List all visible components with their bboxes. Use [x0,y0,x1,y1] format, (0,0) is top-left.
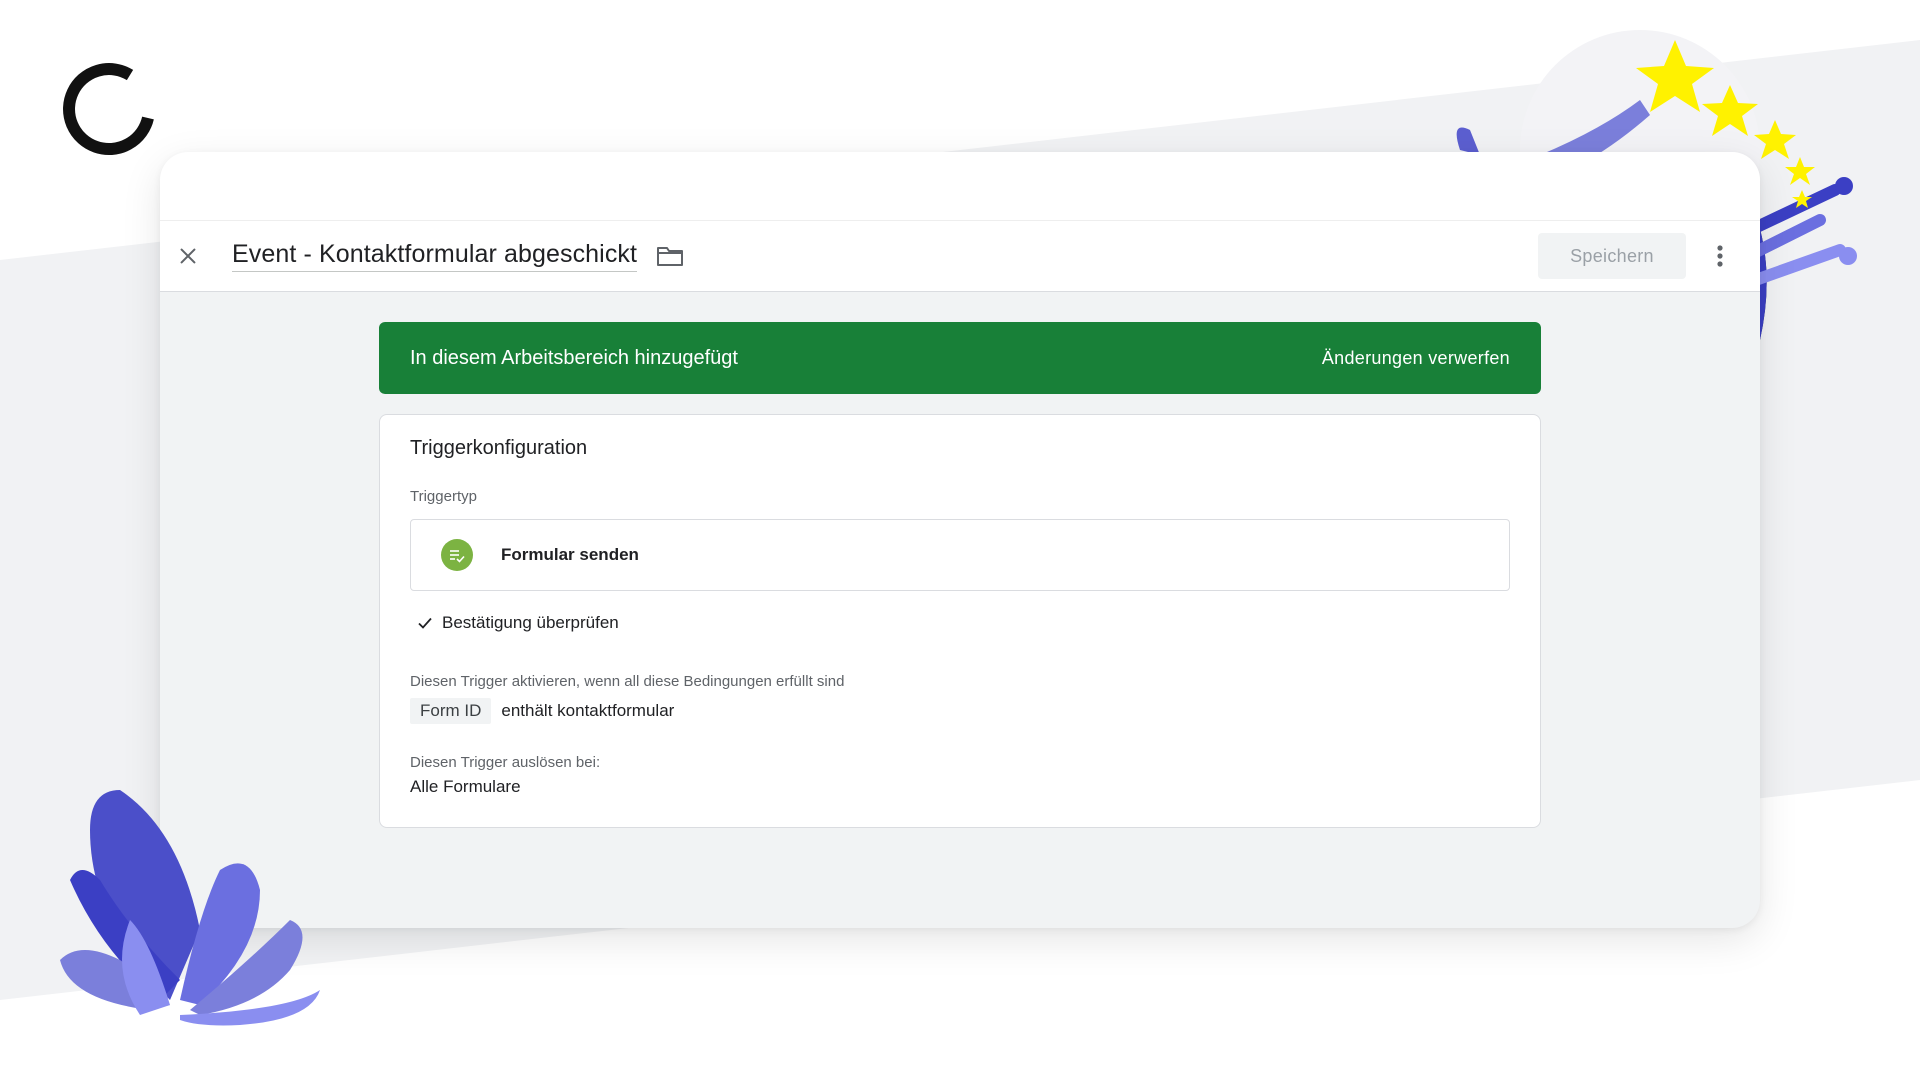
trigger-type-label: Triggertyp [410,488,477,505]
fire-on-value: Alle Formulare [410,777,521,796]
workspace-status-text: In diesem Arbeitsbereich hinzugefügt [410,346,738,369]
trigger-name-input[interactable]: Event - Kontaktformular abgeschickt [232,240,638,272]
condition-operator-value: enthält kontaktformular [501,701,675,720]
check-validation-text: Bestätigung überprüfen [442,613,619,632]
fire-on-label: Diesen Trigger auslösen bei: [410,754,601,771]
dialog-top-strip [160,152,1760,221]
save-button[interactable]: Speichern [1538,233,1686,279]
close-icon [180,248,196,264]
condition-row: Form ID enthält kontaktformular [410,698,1510,724]
checkmark-icon [418,617,432,629]
brand-logo-icon [63,63,154,155]
form-submit-icon [441,539,473,571]
page-stage: Event - Kontaktformular abgeschickt Spei… [0,0,1920,1080]
folder-button[interactable] [655,241,685,271]
check-validation-row: Bestätigung überprüfen [410,613,1510,633]
trigger-editor-dialog: Event - Kontaktformular abgeschickt Spei… [160,152,1760,928]
trigger-type-name: Formular senden [501,545,639,564]
trigger-type-selector[interactable]: Formular senden [410,519,1510,591]
conditions-label: Diesen Trigger aktivieren, wenn all dies… [410,673,845,690]
more-options-button[interactable] [1702,238,1738,274]
editor-content: In diesem Arbeitsbereich hinzugefügt Änd… [379,322,1541,828]
editor-toolbar: Event - Kontaktformular abgeschickt Spei… [160,221,1760,292]
more-vert-icon [1717,245,1723,267]
folder-icon [657,247,684,266]
trigger-configuration-card[interactable]: Triggerkonfiguration Triggertyp Formular… [379,414,1541,828]
close-button[interactable] [170,238,206,274]
trigger-title-area: Event - Kontaktformular abgeschickt [232,235,685,277]
workspace-status-banner: In diesem Arbeitsbereich hinzugefügt Änd… [379,322,1541,394]
discard-changes-button[interactable]: Änderungen verwerfen [1322,348,1510,369]
decorative-plant-illustration [60,790,320,1026]
card-title: Triggerkonfiguration [410,437,588,459]
condition-variable-chip: Form ID [410,698,492,724]
